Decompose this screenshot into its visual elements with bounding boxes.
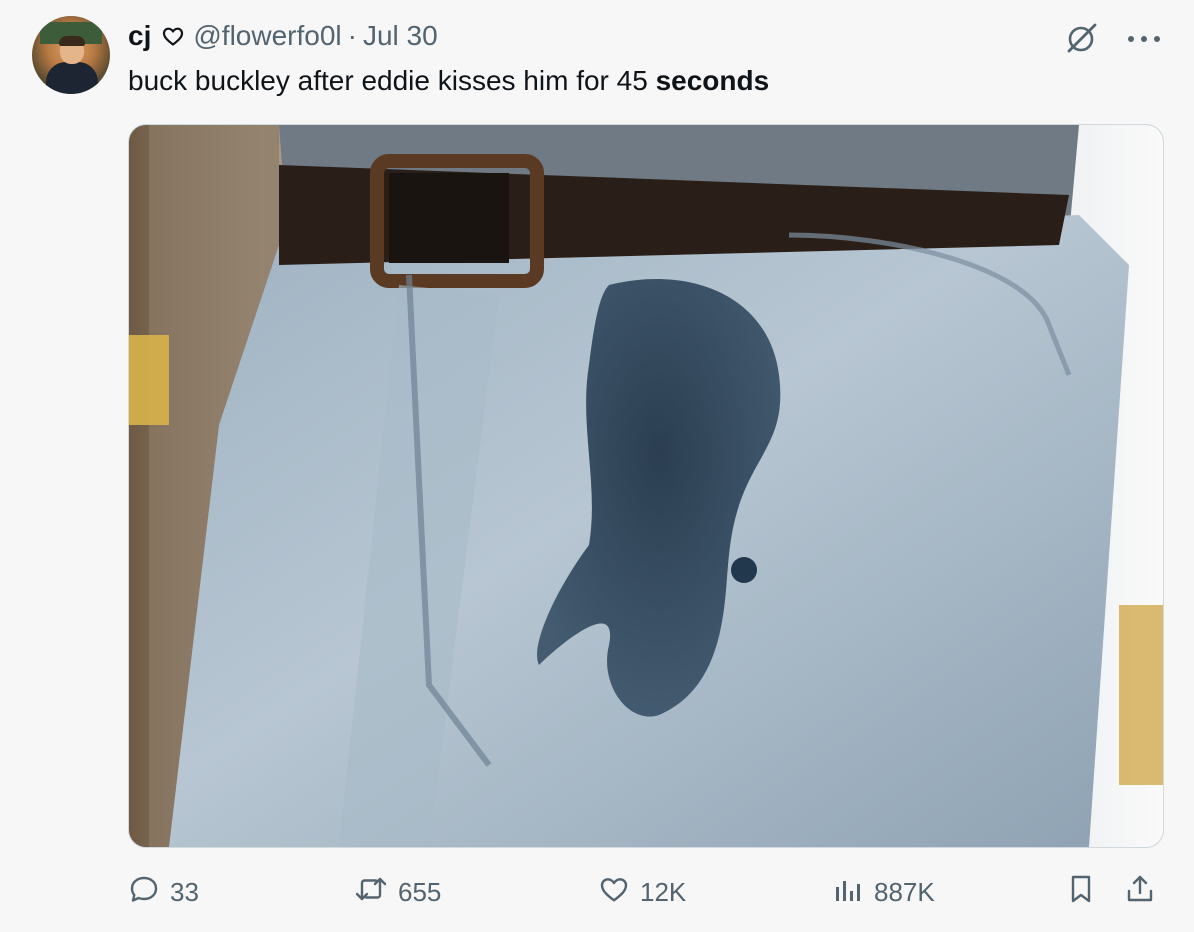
grok-icon[interactable] bbox=[1062, 20, 1100, 58]
tweet-text-bold: seconds bbox=[655, 65, 770, 96]
tweet-image[interactable] bbox=[128, 124, 1164, 848]
action-bar: 33 655 12K 887K bbox=[128, 870, 1162, 914]
repost-icon bbox=[354, 873, 388, 912]
avatar-figure-body bbox=[46, 62, 98, 94]
avatar-figure-hair bbox=[59, 36, 85, 46]
views-button[interactable]: 887K bbox=[832, 870, 935, 914]
like-count: 12K bbox=[640, 876, 687, 907]
bookmark-icon bbox=[1066, 873, 1096, 912]
separator-dot: · bbox=[347, 20, 357, 51]
repost-button[interactable]: 655 bbox=[354, 870, 441, 914]
jeans-photo bbox=[129, 125, 1163, 847]
views-icon bbox=[832, 873, 864, 912]
like-button[interactable]: 12K bbox=[598, 870, 686, 914]
share-icon bbox=[1124, 873, 1156, 912]
views-count: 887K bbox=[874, 876, 935, 907]
tweet-text-main: buck buckley after eddie kisses him for … bbox=[128, 65, 656, 96]
tweet-header: cj @flowerfo0l · Jul 30 bbox=[128, 18, 438, 54]
tweet-top-actions bbox=[1062, 20, 1162, 58]
tweet-text: buck buckley after eddie kisses him for … bbox=[128, 62, 769, 100]
reply-count: 33 bbox=[170, 876, 199, 907]
repost-count: 655 bbox=[398, 876, 442, 907]
heart-outline-icon bbox=[161, 24, 185, 48]
bookmark-button[interactable] bbox=[1066, 870, 1096, 914]
handle[interactable]: @flowerfo0l bbox=[193, 20, 341, 52]
timestamp[interactable]: Jul 30 bbox=[363, 20, 438, 52]
more-icon[interactable] bbox=[1126, 33, 1162, 45]
reply-icon bbox=[128, 873, 160, 912]
avatar[interactable] bbox=[32, 16, 110, 94]
like-icon bbox=[598, 873, 630, 912]
reply-button[interactable]: 33 bbox=[128, 870, 199, 914]
share-button[interactable] bbox=[1124, 870, 1156, 914]
display-name[interactable]: cj bbox=[128, 20, 151, 52]
